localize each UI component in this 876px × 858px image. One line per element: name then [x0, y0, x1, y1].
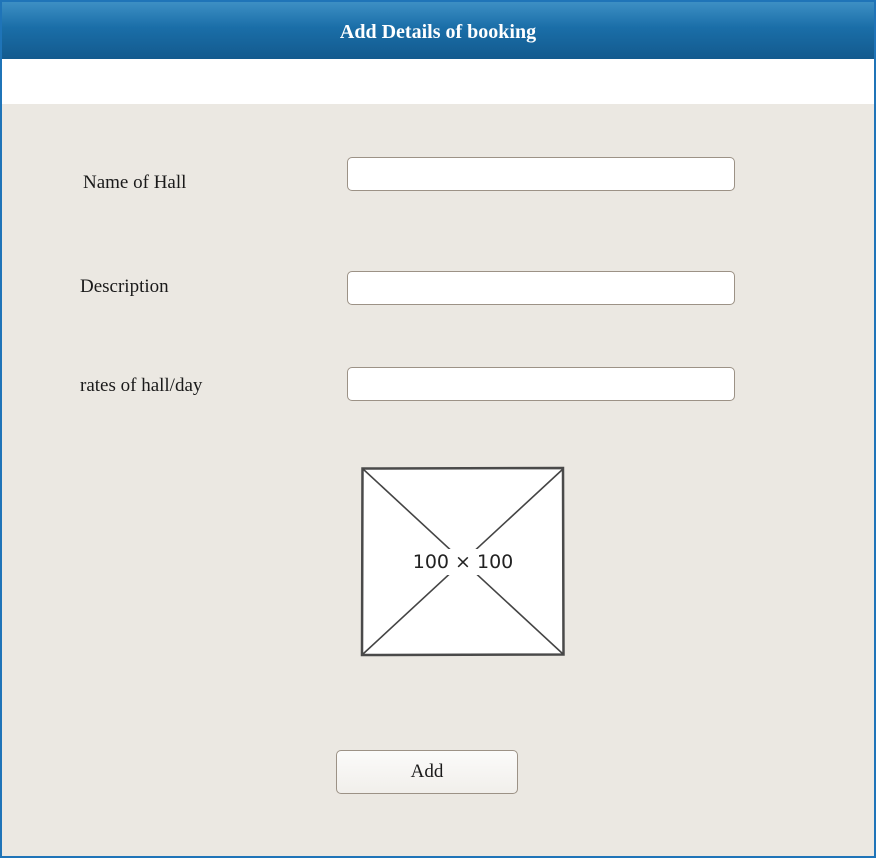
image-size-text: 100 × 100	[410, 548, 516, 575]
add-button[interactable]: Add	[336, 750, 518, 794]
rate-per-day-label: rates of hall/day	[80, 375, 203, 396]
booking-window: Add Details of booking Name of Hall Desc…	[0, 0, 876, 858]
hall-name-label: Name of Hall	[83, 172, 187, 193]
window-title: Add Details of booking	[339, 21, 537, 43]
header-spacer	[2, 59, 874, 104]
image-size-caption: 100 × 100	[360, 466, 566, 657]
rate-per-day-input[interactable]	[347, 367, 735, 401]
title-bar: Add Details of booking	[2, 2, 874, 59]
description-label: Description	[80, 276, 169, 297]
hall-image-placeholder[interactable]: 100 × 100	[360, 466, 566, 657]
hall-name-input[interactable]	[347, 157, 735, 191]
description-input[interactable]	[347, 271, 735, 305]
